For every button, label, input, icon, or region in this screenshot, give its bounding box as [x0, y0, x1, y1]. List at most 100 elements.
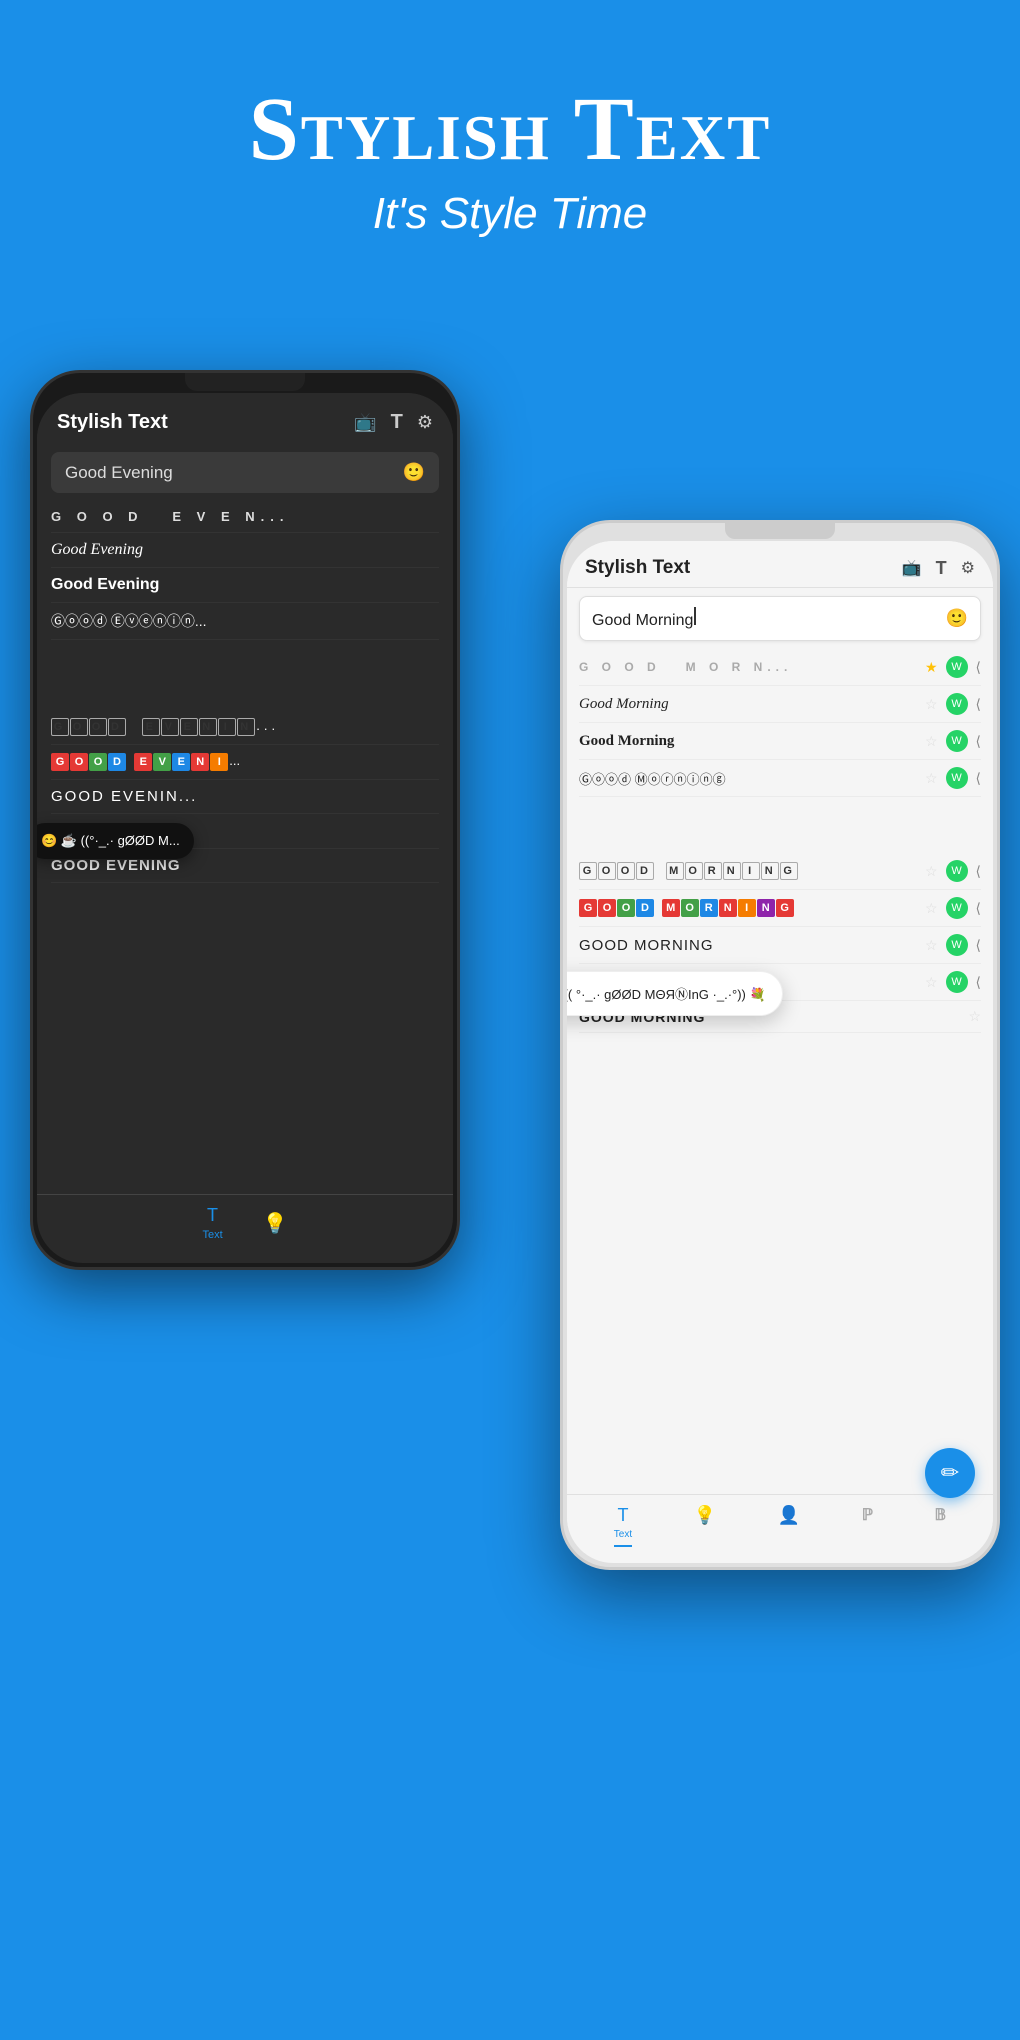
light-row-big[interactable]: GOOD MORNING ☆ W ⟨ — [579, 927, 981, 964]
light-row-big-icons: ☆ W ⟨ — [925, 934, 981, 956]
share-icon-5[interactable]: ⟨ — [976, 863, 981, 880]
light-row-colored-text: GOOD MORNING — [579, 899, 919, 917]
light-emoji-icon[interactable]: 🙂 — [946, 608, 968, 629]
light-phone-screen: Stylish Text 📺 T ⚙ Good Morning 🙂 G O O … — [567, 541, 993, 1563]
dark-row-bigcaps[interactable]: GOOD EVENIN... — [51, 780, 439, 814]
light-settings-icon[interactable]: ⚙ — [961, 558, 975, 578]
dark-phone-screen: Stylish Text 📺 T ⚙ Good Evening 🙂 G O O … — [37, 393, 453, 1263]
light-input-area: Good Morning — [592, 607, 696, 630]
light-input-row[interactable]: Good Morning 🙂 — [579, 596, 981, 641]
star-empty-icon[interactable]: ☆ — [925, 696, 938, 713]
dark-settings-icon[interactable]: ⚙ — [417, 412, 433, 433]
light-row-spaced-text: G O O D M O R N... — [579, 660, 919, 674]
light-phone-notch — [725, 523, 835, 539]
dark-tab-effects[interactable]: 💡 — [263, 1211, 288, 1236]
star-empty-icon-3[interactable]: ☆ — [925, 733, 938, 750]
dark-tab-text-icon: T — [207, 1205, 218, 1225]
light-tab-person[interactable]: 👤 — [778, 1505, 800, 1526]
dark-phone-notch — [185, 373, 305, 391]
dark-font-icon[interactable]: T — [391, 411, 403, 434]
light-row-bubble-text: Ⓖⓞⓞⓓ Ⓜⓞⓡⓝⓘⓝⓖ — [579, 769, 919, 788]
share-icon-4[interactable]: ⟨ — [976, 770, 981, 787]
light-row-bubble[interactable]: Ⓖⓞⓞⓓ Ⓜⓞⓡⓝⓘⓝⓖ ☆ W ⟨ — [579, 760, 981, 797]
light-row-bold[interactable]: Good Morning ☆ W ⟨ — [579, 723, 981, 760]
dark-tab-text-label: Text — [202, 1229, 222, 1241]
dark-tab-text[interactable]: T Text — [202, 1205, 222, 1241]
light-bottom-bar: T Text 💡 👤 ℙ 𝔹 — [567, 1494, 993, 1553]
dark-row-box[interactable]: GOOD EVENIN... — [51, 710, 439, 745]
share-icon[interactable]: ⟨ — [976, 659, 981, 676]
light-row-bold-text: Good Morning — [579, 733, 919, 750]
light-row-colored[interactable]: GOOD MORNING ☆ W ⟨ — [579, 890, 981, 927]
light-input-text: Good Morning — [592, 612, 693, 629]
light-row-allcaps-icons: ☆ — [968, 1008, 981, 1025]
light-text-rows: G O O D M O R N... ★ W ⟨ Good Morning ☆ … — [567, 649, 993, 1033]
star-empty-icon-5[interactable]: ☆ — [925, 863, 938, 880]
dark-tooltip-text: 😊 ☕ ((°·_.· gØØD M... — [41, 833, 180, 848]
whatsapp-icon-6[interactable]: W — [946, 897, 968, 919]
fab-icon: ✏ — [941, 1460, 959, 1486]
dark-tv-icon[interactable]: 📺 — [354, 412, 376, 433]
light-tab-text[interactable]: T Text — [614, 1505, 632, 1547]
whatsapp-icon-5[interactable]: W — [946, 860, 968, 882]
phones-container: Stylish Text 📺 T ⚙ Good Evening 🙂 G O O … — [0, 320, 1020, 1920]
light-tab-text-icon: T — [617, 1505, 628, 1526]
dark-row-italic[interactable]: Good Evening — [51, 533, 439, 568]
star-filled-icon[interactable]: ★ — [925, 659, 938, 676]
whatsapp-icon[interactable]: W — [946, 656, 968, 678]
dark-row-bold[interactable]: Good Evening — [51, 568, 439, 603]
light-row-italic[interactable]: Good Morning ☆ W ⟨ — [579, 686, 981, 723]
star-empty-icon-9[interactable]: ☆ — [968, 1008, 981, 1025]
light-phone-header: Stylish Text 📺 T ⚙ — [567, 541, 993, 588]
whatsapp-icon-4[interactable]: W — [946, 767, 968, 789]
share-icon-8[interactable]: ⟨ — [976, 974, 981, 991]
star-empty-icon-7[interactable]: ☆ — [925, 937, 938, 954]
dark-header-icons: 📺 T ⚙ — [354, 411, 433, 434]
star-empty-icon-4[interactable]: ☆ — [925, 770, 938, 787]
share-icon-2[interactable]: ⟨ — [976, 696, 981, 713]
dark-tooltip: 😊 ☕ ((°·_.· gØØD M... — [37, 823, 194, 859]
light-tooltip: 😊 ☕ (( °·_.· gØØD MΘЯⓃInG ·_.·°)) 💐 — [567, 971, 783, 1016]
light-header-icons: 📺 T ⚙ — [902, 558, 975, 579]
dark-phone-header: Stylish Text 📺 T ⚙ — [37, 393, 453, 444]
light-row-spaced[interactable]: G O O D M O R N... ★ W ⟨ — [579, 649, 981, 686]
whatsapp-icon-7[interactable]: W — [946, 934, 968, 956]
fab-button[interactable]: ✏ — [925, 1448, 975, 1498]
light-row-boxed-text: GOOD MORNING — [579, 862, 919, 880]
dark-row-bubble[interactable]: Ⓖⓞⓞⓓ Ⓔⓥⓔⓝⓘⓝ... — [51, 603, 439, 640]
light-tab-text-label: Text — [614, 1529, 632, 1540]
light-row-boxed[interactable]: GOOD MORNING ☆ W ⟨ — [579, 853, 981, 890]
share-icon-7[interactable]: ⟨ — [976, 937, 981, 954]
app-title: Stylish Text — [0, 80, 1020, 179]
light-tab-b[interactable]: 𝔹 — [935, 1505, 947, 1525]
light-row-boxed-icons: ☆ W ⟨ — [925, 860, 981, 882]
whatsapp-icon-2[interactable]: W — [946, 693, 968, 715]
dark-bottom-bar: T Text 💡 — [37, 1194, 453, 1251]
star-empty-icon-6[interactable]: ☆ — [925, 900, 938, 917]
light-tab-p[interactable]: ℙ — [862, 1505, 873, 1525]
dark-input-row[interactable]: Good Evening 🙂 — [51, 452, 439, 493]
dark-phone: Stylish Text 📺 T ⚙ Good Evening 🙂 G O O … — [30, 370, 460, 1270]
light-cursor — [694, 607, 696, 625]
light-font-icon[interactable]: T — [936, 558, 947, 579]
light-tab-effects[interactable]: 💡 — [694, 1505, 716, 1526]
light-row-colored-icons: ☆ W ⟨ — [925, 897, 981, 919]
light-phone: Stylish Text 📺 T ⚙ Good Morning 🙂 G O O … — [560, 520, 1000, 1570]
dark-row-spaced[interactable]: G O O D E V E N... — [51, 501, 439, 533]
whatsapp-icon-3[interactable]: W — [946, 730, 968, 752]
dark-emoji-icon[interactable]: 🙂 — [403, 462, 425, 483]
light-tab-b-icon: 𝔹 — [935, 1505, 947, 1525]
light-tooltip-text: 😊 ☕ (( °·_.· gØØD MΘЯⓃInG ·_.·°)) 💐 — [567, 987, 766, 1002]
app-subtitle: It's Style Time — [0, 189, 1020, 239]
whatsapp-icon-8[interactable]: W — [946, 971, 968, 993]
star-empty-icon-8[interactable]: ☆ — [925, 974, 938, 991]
light-tab-p-icon: ℙ — [862, 1505, 873, 1525]
dark-row-colored[interactable]: GOOD EVENI... — [51, 745, 439, 780]
light-row-big-text: GOOD MORNING — [579, 937, 919, 954]
dark-input-text: Good Evening — [65, 463, 173, 483]
dark-text-rows: G O O D E V E N... Good Evening Good Eve… — [37, 501, 453, 883]
share-icon-3[interactable]: ⟨ — [976, 733, 981, 750]
share-icon-6[interactable]: ⟨ — [976, 900, 981, 917]
light-tv-icon[interactable]: 📺 — [902, 558, 922, 578]
light-tab-underline — [614, 1545, 632, 1547]
